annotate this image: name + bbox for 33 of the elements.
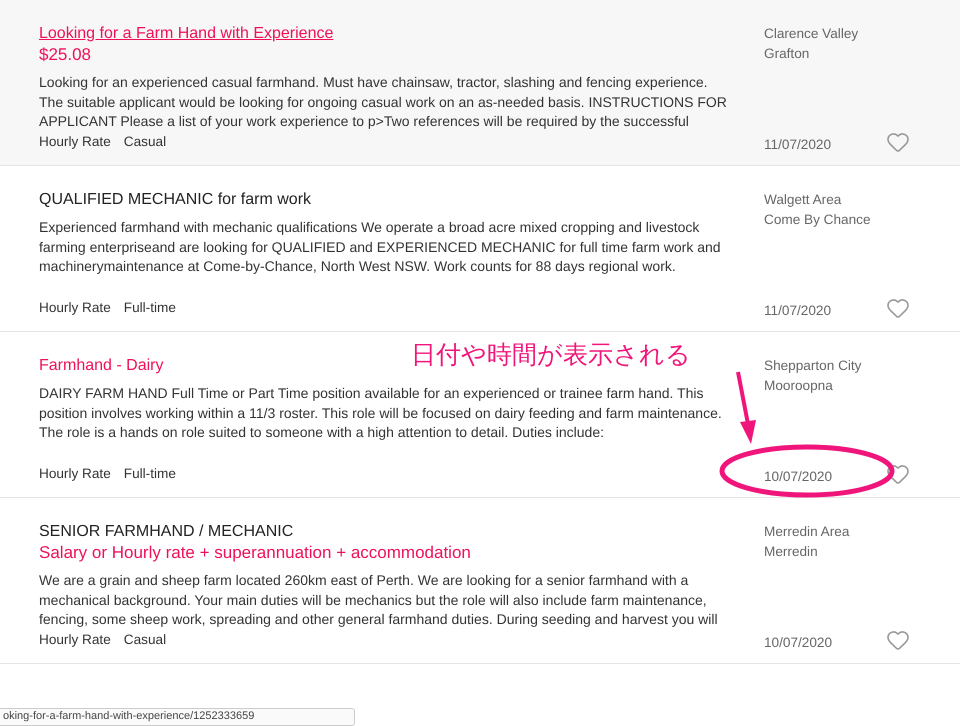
job-description: Looking for an experienced casual farmhand. Must have chainsaw, tractor, slashing and fencing experience. The suitable applicant would be looking for ongoing casual work on an as-needed basis. INSTRUCTIONS FOR APPLICANT Please a list of your work experience to p>Two references will be required by the successful bbox=[39, 73, 728, 131]
job-title-link[interactable]: SENIOR FARMHAND / MECHANIC bbox=[39, 522, 294, 542]
job-title-link[interactable]: QUALIFIED MECHANIC for farm work bbox=[39, 190, 312, 210]
salary: $25.08 bbox=[39, 44, 92, 65]
location: Merredin Area bbox=[764, 523, 850, 541]
job-tag: Full-time bbox=[124, 300, 176, 315]
location: Grafton bbox=[764, 44, 810, 62]
job-tag: Hourly Rate bbox=[39, 466, 111, 481]
job-description: Experienced farmhand with mechanic qualifications We operate a broad acre mixed cropping and livestock farming enterpriseand are looking for QUALIFIED and EXPERIENCED MECHANIC for full time farm work and machinerymaintenance at Come-by-Chance, North West NSW. Work counts for 88 days regional work. bbox=[39, 218, 722, 276]
job-card[interactable] bbox=[0, 0, 960, 166]
posted-date: 10/07/2020 bbox=[764, 635, 834, 650]
job-description: DAIRY FARM HAND Full Time or Part Time position available for an experienced or trainee farm hand. This position involves working within a 11/3 roster. This role will be focused on dairy feeding and farm maintenance. The role is a hands on role suited to someone with a high attention to detail. Duties include: bbox=[39, 384, 723, 442]
location: Come By Chance bbox=[764, 210, 872, 229]
job-title-link[interactable]: Looking for a Farm Hand with Experience bbox=[39, 24, 334, 44]
job-description: We are a grain and sheep farm located 260km east of Perth. We are looking for a senior farmhand with a mechanical background. Your main duties will be mechanics but the role will also include farm maintenance, fencing, some sheep work, spreading and other general farmhand duties. During seeding and harvest you will bbox=[39, 571, 719, 629]
status-url: oking-for-a-farm-hand-with-experience/1252333659 bbox=[0, 708, 355, 726]
posted-date: 10/07/2020 bbox=[764, 469, 834, 484]
location: Walgett Area bbox=[764, 191, 842, 209]
location: Mooroopna bbox=[764, 376, 834, 395]
job-tag: Casual bbox=[124, 134, 166, 149]
location: Shepparton City bbox=[764, 357, 862, 375]
location: Merredin bbox=[764, 542, 819, 560]
salary: Salary or Hourly rate + superannuation + accommodation bbox=[39, 542, 472, 563]
job-title-link[interactable]: Farmhand - Dairy bbox=[39, 356, 164, 376]
annotation-text: 日付や時間が表示される bbox=[411, 339, 691, 371]
location: Clarence Valley bbox=[764, 25, 860, 43]
job-tag: Hourly Rate bbox=[39, 632, 111, 647]
job-tag: Hourly Rate bbox=[39, 300, 111, 315]
job-tag: Casual bbox=[124, 632, 166, 647]
job-tag: Hourly Rate bbox=[39, 134, 111, 149]
job-tag: Full-time bbox=[124, 466, 176, 481]
posted-date: 11/07/2020 bbox=[764, 137, 832, 152]
posted-date: 11/07/2020 bbox=[764, 303, 832, 318]
